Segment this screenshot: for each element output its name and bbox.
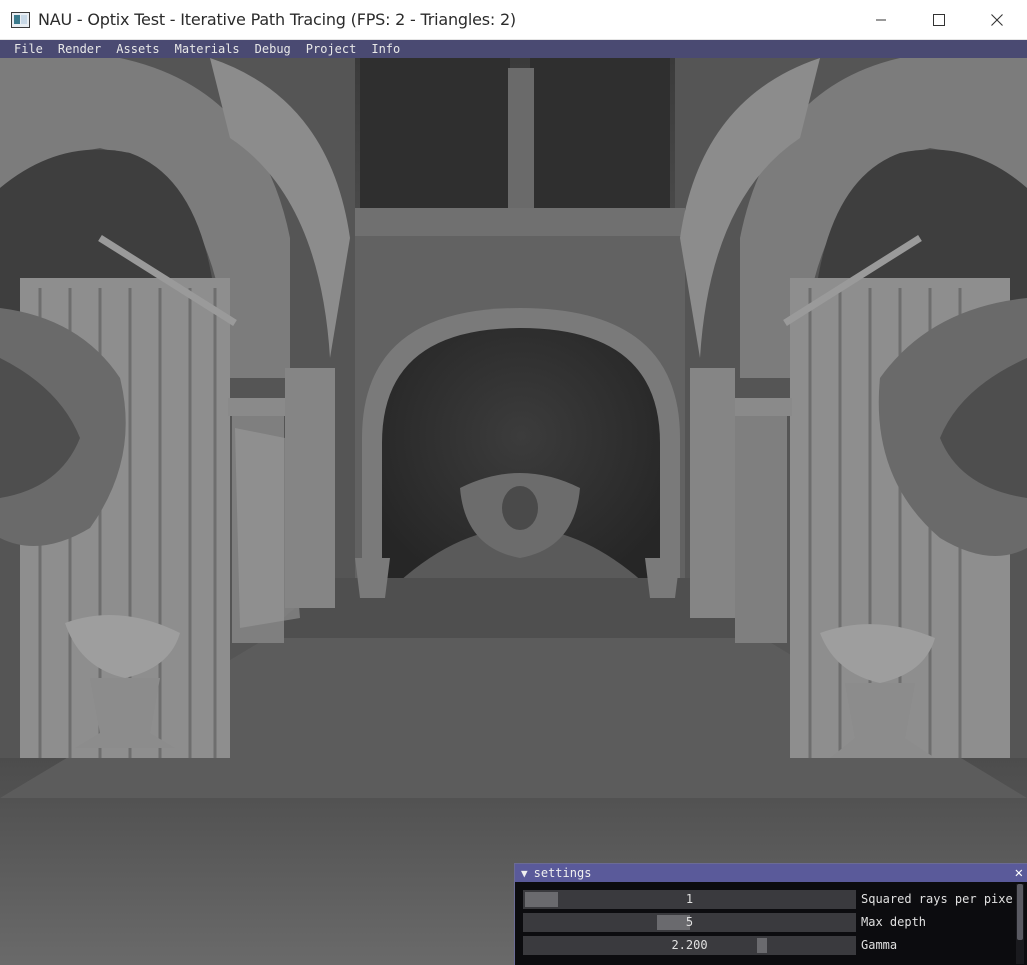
menu-assets[interactable]: Assets [116,40,159,58]
render-viewport[interactable] [0,58,1027,965]
settings-scrollbar[interactable] [1016,884,1024,964]
menu-bar: File Render Assets Materials Debug Proje… [0,40,1027,58]
maximize-icon [933,14,945,26]
settings-header[interactable]: ▼ settings ✕ [515,864,1027,882]
settings-panel: ▼ settings ✕ 1 Squared rays per pixel 5 … [514,863,1027,965]
gamma-slider[interactable]: 2.200 [523,936,856,955]
maximize-button[interactable] [910,0,968,40]
window-title: NAU - Optix Test - Iterative Path Tracin… [38,10,516,29]
minimize-button[interactable] [852,0,910,40]
menu-materials[interactable]: Materials [175,40,240,58]
settings-close-icon[interactable]: ✕ [1015,864,1023,882]
slider-value: 1 [685,892,694,906]
scrollbar-thumb[interactable] [1017,884,1023,940]
menu-info[interactable]: Info [371,40,400,58]
squared-rays-slider[interactable]: 1 [523,890,856,909]
slider-value: 2.200 [671,938,708,952]
rendered-scene [0,58,1027,965]
slider-row-gamma: 2.200 Gamma [523,936,1013,955]
menu-render[interactable]: Render [58,40,101,58]
slider-row-max-depth: 5 Max depth [523,913,1013,932]
minimize-icon [876,19,886,21]
settings-title: settings [533,866,592,880]
max-depth-slider[interactable]: 5 [523,913,856,932]
slider-label: Gamma [861,938,898,952]
title-bar: NAU - Optix Test - Iterative Path Tracin… [0,0,1027,40]
menu-project[interactable]: Project [306,40,357,58]
slider-label: Max depth [861,915,927,929]
close-icon [991,14,1003,26]
app-window-icon [11,12,30,28]
slider-label: Squared rays per pixel [861,892,1013,906]
close-window-button[interactable] [968,0,1026,40]
collapse-arrow-icon[interactable]: ▼ [521,867,528,880]
menu-debug[interactable]: Debug [255,40,291,58]
menu-file[interactable]: File [14,40,43,58]
slider-row-squared-rays: 1 Squared rays per pixel [523,890,1013,909]
slider-value: 5 [685,915,694,929]
